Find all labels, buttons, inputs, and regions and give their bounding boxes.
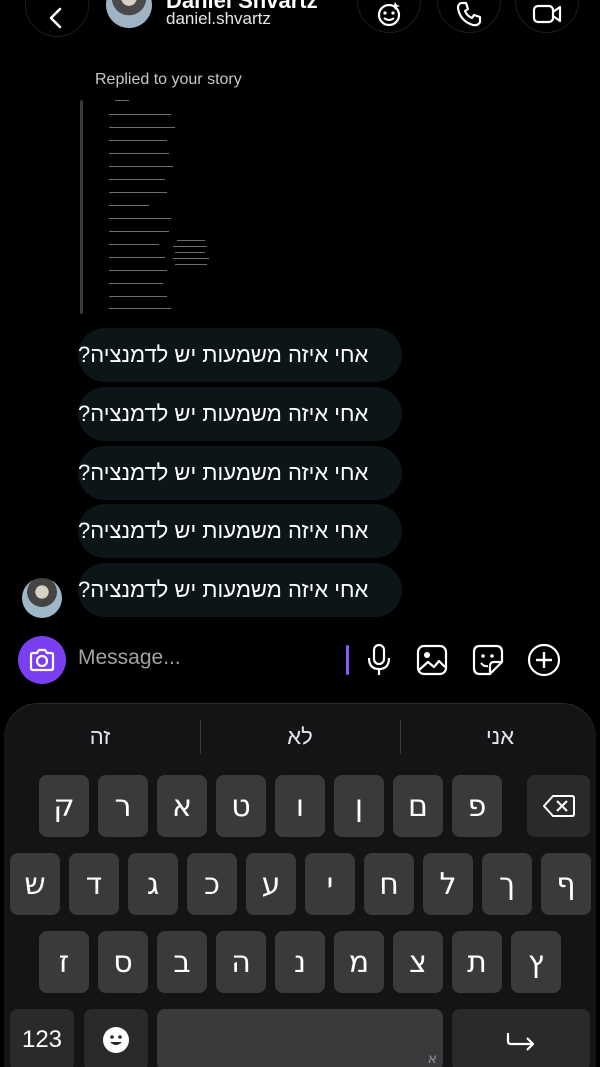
key[interactable]: ק: [39, 775, 89, 837]
space-key[interactable]: א: [157, 1009, 443, 1067]
key[interactable]: כ: [187, 853, 237, 915]
delete-key[interactable]: [527, 775, 590, 837]
message-bubble[interactable]: אחי איזה משמעות יש לדמנציה?: [78, 504, 402, 558]
suggestion-item[interactable]: לא: [220, 724, 380, 750]
microphone-button[interactable]: [361, 642, 397, 678]
key[interactable]: ל: [423, 853, 473, 915]
suggestion-item[interactable]: אני: [420, 724, 580, 750]
key[interactable]: ץ: [511, 931, 561, 993]
replied-to-story-label: Replied to your story: [95, 71, 242, 88]
key[interactable]: ז: [39, 931, 89, 993]
back-button[interactable]: [26, 0, 88, 36]
key[interactable]: ע: [246, 853, 296, 915]
key[interactable]: ו: [275, 775, 325, 837]
key[interactable]: ף: [541, 853, 591, 915]
message-bubble[interactable]: אחי איזה משמעות יש לדמנציה?: [78, 387, 402, 441]
video-camera-icon: [532, 4, 562, 24]
key[interactable]: נ: [275, 931, 325, 993]
sticker-button[interactable]: [470, 642, 506, 678]
emoji-key[interactable]: [84, 1009, 148, 1067]
message-input[interactable]: Message...: [78, 646, 181, 670]
key[interactable]: ה: [216, 931, 266, 993]
key[interactable]: א: [157, 775, 207, 837]
key[interactable]: ן: [334, 775, 384, 837]
space-language-hint: א: [427, 1051, 437, 1067]
key[interactable]: ש: [10, 853, 60, 915]
key[interactable]: ס: [98, 931, 148, 993]
effects-button[interactable]: [358, 0, 420, 32]
key[interactable]: י: [305, 853, 355, 915]
text-cursor: [346, 645, 349, 675]
contact-avatar[interactable]: [106, 0, 152, 28]
sticker-icon: [472, 644, 504, 676]
microphone-icon: [367, 643, 391, 675]
key[interactable]: ג: [128, 853, 178, 915]
image-icon: [416, 644, 448, 676]
numbers-key[interactable]: 123: [10, 1009, 74, 1067]
message-bubble[interactable]: אחי איזה משמעות יש לדמנציה?: [78, 446, 402, 500]
suggestion-divider: [200, 720, 201, 754]
key[interactable]: ד: [69, 853, 119, 915]
story-thumbnail[interactable]: [93, 96, 223, 316]
audio-call-button[interactable]: [438, 0, 500, 32]
gallery-button[interactable]: [414, 642, 450, 678]
key[interactable]: ר: [98, 775, 148, 837]
key[interactable]: מ: [334, 931, 384, 993]
key[interactable]: פ: [452, 775, 502, 837]
video-call-button[interactable]: [516, 0, 578, 32]
chevron-left-icon: [49, 7, 62, 29]
chat-header: Daniel Shvartz daniel.shvartz: [0, 0, 600, 40]
return-arrow-icon: [506, 1033, 535, 1051]
plus-circle-icon: [527, 643, 561, 677]
reply-indicator-bar: [80, 100, 83, 314]
suggestion-item[interactable]: זה: [20, 724, 180, 750]
camera-icon: [29, 648, 55, 672]
return-key[interactable]: [452, 1009, 590, 1067]
key[interactable]: צ: [393, 931, 443, 993]
message-bubble[interactable]: אחי איזה משמעות יש לדמנציה?: [78, 328, 402, 382]
more-options-button[interactable]: [526, 642, 562, 678]
phone-icon: [456, 1, 482, 27]
sender-avatar[interactable]: [22, 578, 62, 618]
key[interactable]: ט: [216, 775, 266, 837]
camera-button[interactable]: [18, 636, 66, 684]
key[interactable]: ת: [452, 931, 502, 993]
key[interactable]: ב: [157, 931, 207, 993]
emoji-icon: [103, 1027, 129, 1053]
key[interactable]: ח: [364, 853, 414, 915]
face-effects-icon: [377, 2, 401, 27]
backspace-icon: [542, 795, 575, 817]
key[interactable]: ך: [482, 853, 532, 915]
suggestion-divider: [400, 720, 401, 754]
message-bubble[interactable]: אחי איזה משמעות יש לדמנציה?: [78, 563, 402, 617]
contact-username[interactable]: daniel.shvartz: [166, 9, 271, 29]
key[interactable]: ם: [393, 775, 443, 837]
